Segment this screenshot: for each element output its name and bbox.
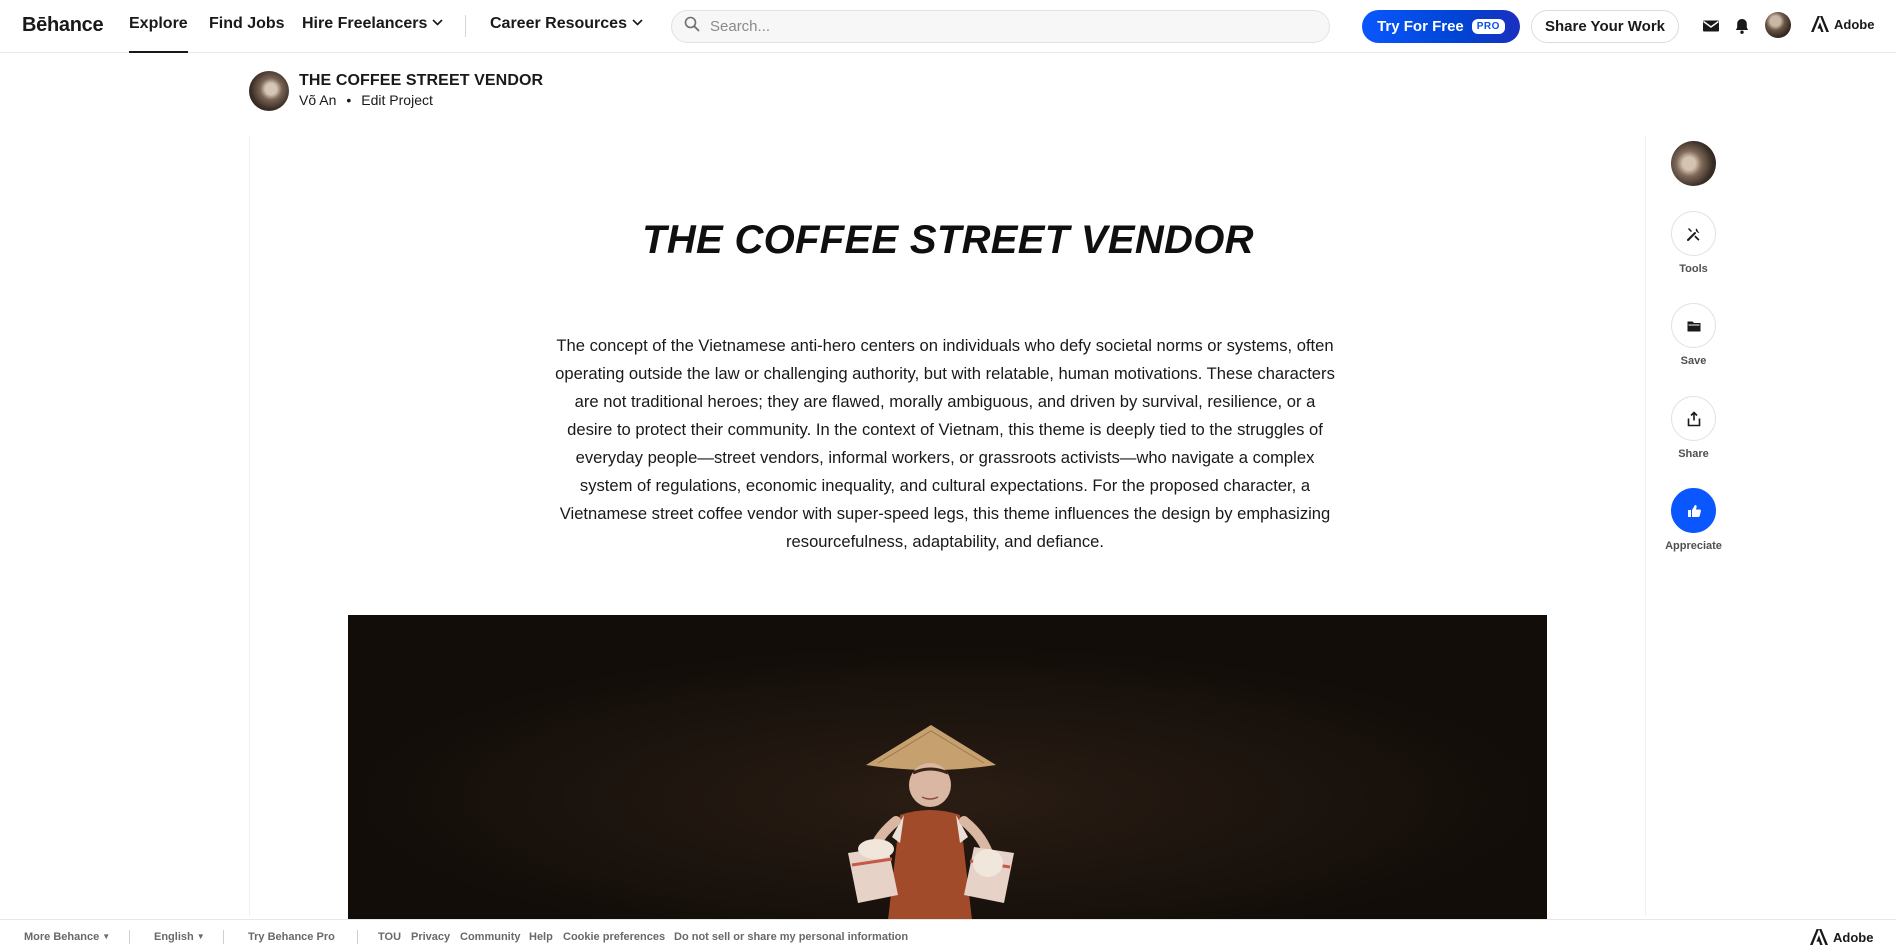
project-title: THE COFFEE STREET VENDOR: [299, 72, 544, 89]
try-for-free-button[interactable]: Try For Free PRO: [1362, 10, 1520, 43]
appreciate-action[interactable]: Appreciate: [1665, 488, 1722, 552]
top-navigation: Bēhance Explore Find Jobs Hire Freelance…: [0, 0, 1896, 53]
footer-link-do-not-sell[interactable]: Do not sell or share my personal informa…: [674, 931, 908, 943]
mail-icon[interactable]: [1700, 15, 1722, 37]
tools-button[interactable]: [1671, 211, 1716, 256]
footer-link-community[interactable]: Community: [460, 931, 521, 943]
nav-career-resources[interactable]: Career Resources: [490, 15, 643, 53]
tools-label: Tools: [1679, 263, 1708, 275]
footer-adobe-link[interactable]: Adobe: [1810, 929, 1873, 945]
footer-link-privacy[interactable]: Privacy: [411, 931, 450, 943]
nav-explore[interactable]: Explore: [129, 15, 188, 53]
try-behance-pro-link[interactable]: Try Behance Pro: [248, 931, 335, 943]
more-behance-menu[interactable]: More Behance ▼: [24, 931, 110, 943]
search-bar[interactable]: [671, 10, 1330, 43]
thumbs-up-icon: [1687, 504, 1701, 517]
share-your-work-button[interactable]: Share Your Work: [1531, 10, 1679, 43]
search-input[interactable]: [710, 18, 1290, 35]
share-label: Share: [1678, 448, 1709, 460]
chevron-down-icon: [432, 19, 443, 26]
footer-divider: [357, 930, 358, 944]
footer: More Behance ▼ English ▼ Try Behance Pro T…: [0, 919, 1896, 952]
project-description: The concept of the Vietnamese anti-hero …: [555, 336, 1335, 551]
owner-avatar[interactable]: [249, 71, 289, 111]
footer-divider: [129, 930, 130, 944]
search-icon: [684, 16, 700, 37]
share-action[interactable]: Share: [1671, 396, 1716, 460]
tools-icon: [1686, 227, 1699, 241]
behance-logo[interactable]: Bēhance: [22, 14, 104, 37]
tools-action[interactable]: Tools: [1671, 211, 1716, 275]
side-owner-avatar[interactable]: [1671, 141, 1716, 186]
notification-bell-icon[interactable]: [1731, 15, 1753, 37]
caret-down-icon: ▼: [196, 932, 205, 941]
appreciate-button[interactable]: [1671, 488, 1716, 533]
language-selector[interactable]: English ▼: [154, 931, 205, 943]
language-label: English: [154, 931, 194, 943]
footer-adobe-label: Adobe: [1833, 929, 1874, 945]
footer-link-tou[interactable]: TOU: [378, 931, 401, 943]
adobe-label: Adobe: [1834, 16, 1875, 32]
nav-hire-freelancers[interactable]: Hire Freelancers: [302, 15, 443, 53]
coffee-vendor-illustration: [348, 615, 1547, 920]
folder-icon: [1687, 321, 1700, 331]
share-button[interactable]: [1671, 396, 1716, 441]
save-label: Save: [1680, 355, 1707, 367]
footer-link-cookie-preferences[interactable]: Cookie preferences: [563, 931, 665, 943]
nav-divider: [465, 15, 466, 37]
save-button[interactable]: [1671, 303, 1716, 348]
edit-project-link[interactable]: Edit Project: [361, 92, 433, 108]
chevron-down-icon: [632, 19, 643, 26]
nav-hire-freelancers-label: Hire Freelancers: [302, 15, 428, 32]
nav-career-resources-label: Career Resources: [490, 15, 627, 32]
footer-link-help[interactable]: Help: [529, 931, 553, 943]
separator-dot: •: [346, 92, 352, 108]
user-avatar[interactable]: [1765, 12, 1791, 38]
project-hero-image[interactable]: [348, 615, 1547, 920]
footer-divider: [223, 930, 224, 944]
project-heading: THE COFFEE STREET VENDOR: [642, 218, 1254, 262]
adobe-logo-icon: [1810, 929, 1828, 945]
save-action[interactable]: Save: [1671, 303, 1716, 367]
try-for-free-label: Try For Free: [1377, 18, 1464, 35]
appreciate-label: Appreciate: [1665, 540, 1722, 552]
project-meta: Võ An • Edit Project: [299, 92, 433, 108]
author-link[interactable]: Võ An: [299, 92, 336, 108]
pro-badge: PRO: [1471, 19, 1505, 34]
adobe-link[interactable]: Adobe: [1811, 16, 1874, 32]
caret-down-icon: ▼: [102, 932, 111, 941]
more-behance-label: More Behance: [24, 931, 100, 943]
share-icon: [1687, 410, 1700, 426]
nav-find-jobs[interactable]: Find Jobs: [209, 15, 285, 53]
adobe-logo-icon: [1811, 16, 1829, 32]
